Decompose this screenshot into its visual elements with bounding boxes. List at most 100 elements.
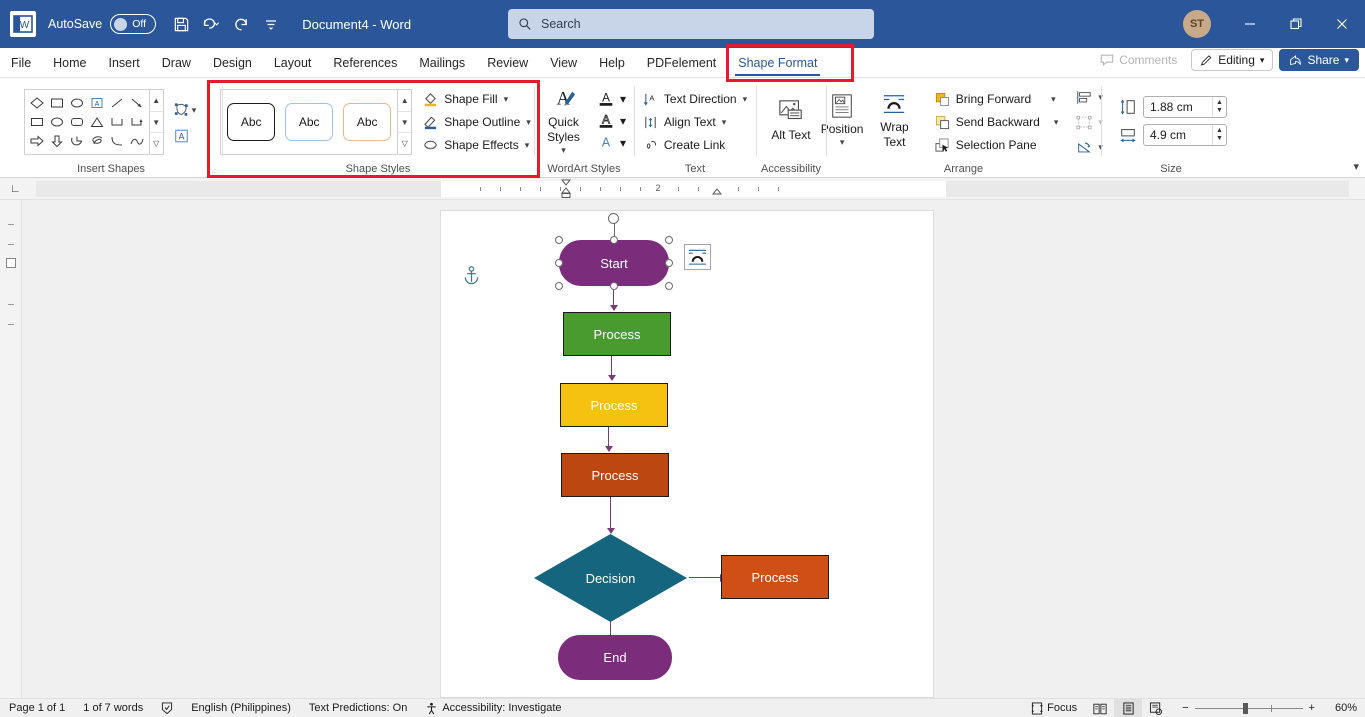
flowchart-node-decision[interactable]: Decision [533,533,688,623]
flowchart-node-process-2[interactable]: Process [560,383,668,427]
text-outline-button[interactable]: A ▾ [593,111,630,131]
share-button[interactable]: Share ▾ [1279,49,1359,71]
stepper-up-icon[interactable]: ▲ [1216,127,1223,135]
shape-style-preset-1[interactable]: Abc [227,103,276,141]
curve-shape-icon[interactable] [107,132,127,151]
selection-handle-e[interactable] [665,259,673,267]
zoom-level[interactable]: 60% [1327,702,1365,714]
flowchart-node-process-4[interactable]: Process [721,555,829,599]
shape-fill-button[interactable]: Shape Fill ▾ [418,90,536,109]
comments-button[interactable]: Comments [1092,49,1185,71]
zoom-out-icon[interactable]: − [1176,702,1194,714]
tab-mailings[interactable]: Mailings [408,49,476,77]
tab-stop-selector[interactable]: ∟ [10,183,21,195]
language-status[interactable]: English (Philippines) [182,702,300,714]
tab-insert[interactable]: Insert [98,49,151,77]
diamond-shape-icon[interactable] [27,94,47,113]
search-input[interactable]: Search [508,9,874,39]
stepper-down-icon[interactable]: ▼ [1216,107,1223,115]
shape-styles-gallery[interactable]: Abc Abc Abc ▲ ▼ ▽ [220,89,413,155]
tab-help[interactable]: Help [588,49,636,77]
vertical-ruler[interactable] [0,200,22,698]
proofing-errors-button[interactable] [152,702,182,715]
connector-process1-to-process2[interactable] [611,356,613,377]
right-indent-marker[interactable] [711,187,723,195]
oval-shape-icon[interactable] [47,113,67,132]
wrap-text-button[interactable]: Wrap Text [867,89,922,154]
save-icon[interactable] [166,9,196,39]
shapes-gallery-scroll[interactable]: ▲ ▼ ▽ [148,90,163,154]
tab-references[interactable]: References [322,49,408,77]
gallery-scroll-down-icon[interactable]: ▼ [398,112,412,134]
selection-pane-button[interactable]: Selection Pane [930,136,1064,155]
flowchart-node-process-1[interactable]: Process [563,312,671,356]
tab-review[interactable]: Review [476,49,539,77]
shape-outline-button[interactable]: Shape Outline ▾ [418,113,536,132]
document-page[interactable]: Start Process Process Process Decision P… [441,211,933,697]
document-canvas[interactable]: Start Process Process Process Decision P… [0,200,1365,698]
elbow-arrow-connector-shape-icon[interactable] [127,113,147,132]
selection-handle-n[interactable] [610,236,618,244]
tab-home[interactable]: Home [42,49,97,77]
page-number-status[interactable]: Page 1 of 1 [0,702,74,714]
shapes-gallery[interactable]: A ▲ ▼ ▽ [23,89,164,155]
rectangle-shape-icon[interactable] [47,94,67,113]
zoom-thumb[interactable] [1242,702,1248,714]
text-fill-button[interactable]: A ▾ [593,89,630,109]
editing-mode-button[interactable]: Editing ▾ [1191,49,1274,71]
triangle-shape-icon[interactable] [87,113,107,132]
shape-styles-scroll[interactable]: ▲ ▼ ▽ [397,90,412,154]
word-count-status[interactable]: 1 of 7 words [74,702,152,714]
flowchart-node-start[interactable]: Start [559,240,669,286]
quick-styles-button[interactable]: A Quick Styles ▾ [538,82,589,160]
line-arrow-shape-icon[interactable] [127,94,147,113]
tab-design[interactable]: Design [202,49,263,77]
accessibility-status[interactable]: Accessibility: Investigate [416,702,570,715]
flowchart-node-end[interactable]: End [558,635,672,680]
shape-style-preset-3[interactable]: Abc [343,103,392,141]
text-effects-button[interactable]: A ▾ [593,133,630,153]
stepper-up-icon[interactable]: ▲ [1216,99,1223,107]
draw-text-box-icon[interactable]: A [171,126,199,146]
tab-layout[interactable]: Layout [263,49,323,77]
gallery-scroll-up-icon[interactable]: ▲ [398,90,412,112]
shape-effects-button[interactable]: Shape Effects ▾ [418,136,536,155]
shape-width-input[interactable]: 4.9 cm ▲ ▼ [1143,124,1227,146]
layout-options-button[interactable] [684,244,711,270]
text-box-shape-icon[interactable]: A [87,94,107,113]
web-layout-icon[interactable] [1142,699,1170,717]
shape-style-preset-2[interactable]: Abc [285,103,334,141]
alt-text-button[interactable]: Alt Text [765,95,816,147]
position-button[interactable]: Position ▾ [819,89,865,152]
tab-file[interactable]: File [0,49,42,77]
stepper-down-icon[interactable]: ▼ [1216,135,1223,143]
customize-quick-access-icon[interactable] [256,9,286,39]
autosave-toggle[interactable]: Off [110,14,157,34]
shape-height-input[interactable]: 1.88 cm ▲ ▼ [1143,96,1227,118]
selection-handle-s[interactable] [610,282,618,290]
pie-shape-icon[interactable] [67,132,87,151]
tab-draw[interactable]: Draw [151,49,202,77]
read-mode-icon[interactable] [1086,699,1114,717]
rotation-handle[interactable] [608,213,619,224]
tab-view[interactable]: View [539,49,588,77]
minimize-icon[interactable] [1227,0,1273,48]
bring-forward-button[interactable]: Bring Forward ▾ [930,90,1064,109]
collapse-ribbon-icon[interactable]: ▾ [1353,160,1359,173]
align-text-button[interactable]: Align Text ▾ [638,113,752,132]
print-layout-icon[interactable] [1114,698,1143,717]
right-arrow-shape-icon[interactable] [27,132,47,151]
shape-height-stepper[interactable]: ▲ ▼ [1212,97,1226,117]
selection-handle-sw[interactable] [555,282,563,290]
connector-process3-to-decision[interactable] [610,497,612,530]
gallery-expand-icon[interactable]: ▽ [398,133,411,154]
rounded-rectangle-shape-icon[interactable] [67,113,87,132]
gallery-expand-icon[interactable]: ▽ [150,133,163,154]
focus-mode-button[interactable]: Focus [1022,702,1086,715]
elbow-connector-shape-icon[interactable] [107,113,127,132]
restore-icon[interactable] [1273,0,1319,48]
horizontal-ruler[interactable]: ∟ 2 [0,178,1365,200]
create-link-button[interactable]: Create Link [638,136,752,155]
undo-icon[interactable] [196,9,226,39]
tab-pdfelement[interactable]: PDFelement [636,49,727,77]
